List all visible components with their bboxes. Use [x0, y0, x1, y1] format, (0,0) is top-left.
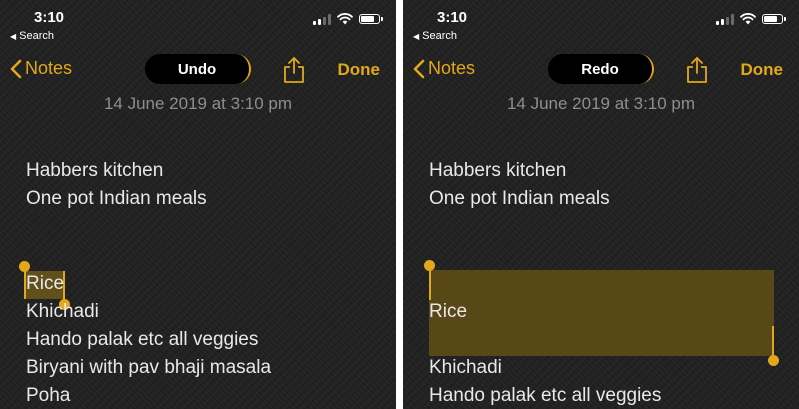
notes-back-button[interactable]: Notes [10, 58, 72, 79]
note-line[interactable]: Habbers kitchen [429, 160, 566, 182]
notes-back-label: Notes [25, 58, 73, 78]
chevron-left-icon [10, 59, 22, 78]
note-line[interactable]: Poha [26, 385, 70, 407]
note-date: 14 June 2019 at 3:10 pm [103, 94, 293, 113]
status-icons [313, 13, 383, 25]
selection-start-knob[interactable] [424, 260, 435, 271]
note-date: 14 June 2019 at 3:10 pm [506, 94, 696, 113]
note-line[interactable]: One pot Indian meals [26, 188, 207, 210]
wifi-icon [337, 13, 353, 25]
cellular-signal-icon [313, 13, 331, 25]
right-phone-screen: 3:10 ◀ Search Notes Redo Done 14 June 20… [403, 0, 799, 409]
chevron-left-icon [413, 59, 425, 78]
undo-button[interactable]: Undo [145, 54, 251, 84]
back-to-search-label: Search [422, 30, 458, 42]
battery-icon [762, 14, 786, 24]
battery-icon [359, 14, 383, 24]
note-line[interactable]: Biryani with pav bhaji masala [26, 357, 271, 379]
back-triangle-icon: ◀ [413, 31, 420, 41]
note-line[interactable]: Hando palak etc all veggies [429, 385, 661, 407]
notes-back-label: Notes [428, 58, 476, 78]
note-line[interactable]: Habbers kitchen [26, 160, 163, 182]
note-line[interactable]: Hando palak etc all veggies [26, 329, 258, 351]
note-line-selected[interactable]: Rice [26, 273, 64, 295]
back-to-search-link[interactable]: ◀ Search [413, 30, 457, 42]
share-icon[interactable] [282, 56, 306, 84]
note-line-selected[interactable]: Rice [429, 301, 467, 323]
done-button[interactable]: Done [338, 60, 381, 80]
cellular-signal-icon [716, 13, 734, 25]
note-line[interactable]: Khichadi [429, 357, 502, 379]
done-button[interactable]: Done [741, 60, 784, 80]
notes-back-button[interactable]: Notes [413, 58, 475, 79]
redo-button[interactable]: Redo [548, 54, 654, 84]
status-icons [716, 13, 786, 25]
selection-end-knob[interactable] [768, 355, 779, 366]
back-to-search-link[interactable]: ◀ Search [10, 30, 54, 42]
status-time: 3:10 [437, 9, 468, 26]
selection-start-handle[interactable] [429, 266, 431, 300]
text-selection-highlight [429, 270, 774, 356]
left-phone-screen: 3:10 ◀ Search Notes Undo Done 14 June 20… [0, 0, 396, 409]
selection-start-knob[interactable] [19, 261, 30, 272]
note-line[interactable]: One pot Indian meals [429, 188, 610, 210]
share-icon[interactable] [685, 56, 709, 84]
status-time: 3:10 [34, 9, 65, 26]
back-to-search-label: Search [19, 30, 55, 42]
note-line[interactable]: Khichadi [26, 301, 99, 323]
wifi-icon [740, 13, 756, 25]
back-triangle-icon: ◀ [10, 31, 17, 41]
